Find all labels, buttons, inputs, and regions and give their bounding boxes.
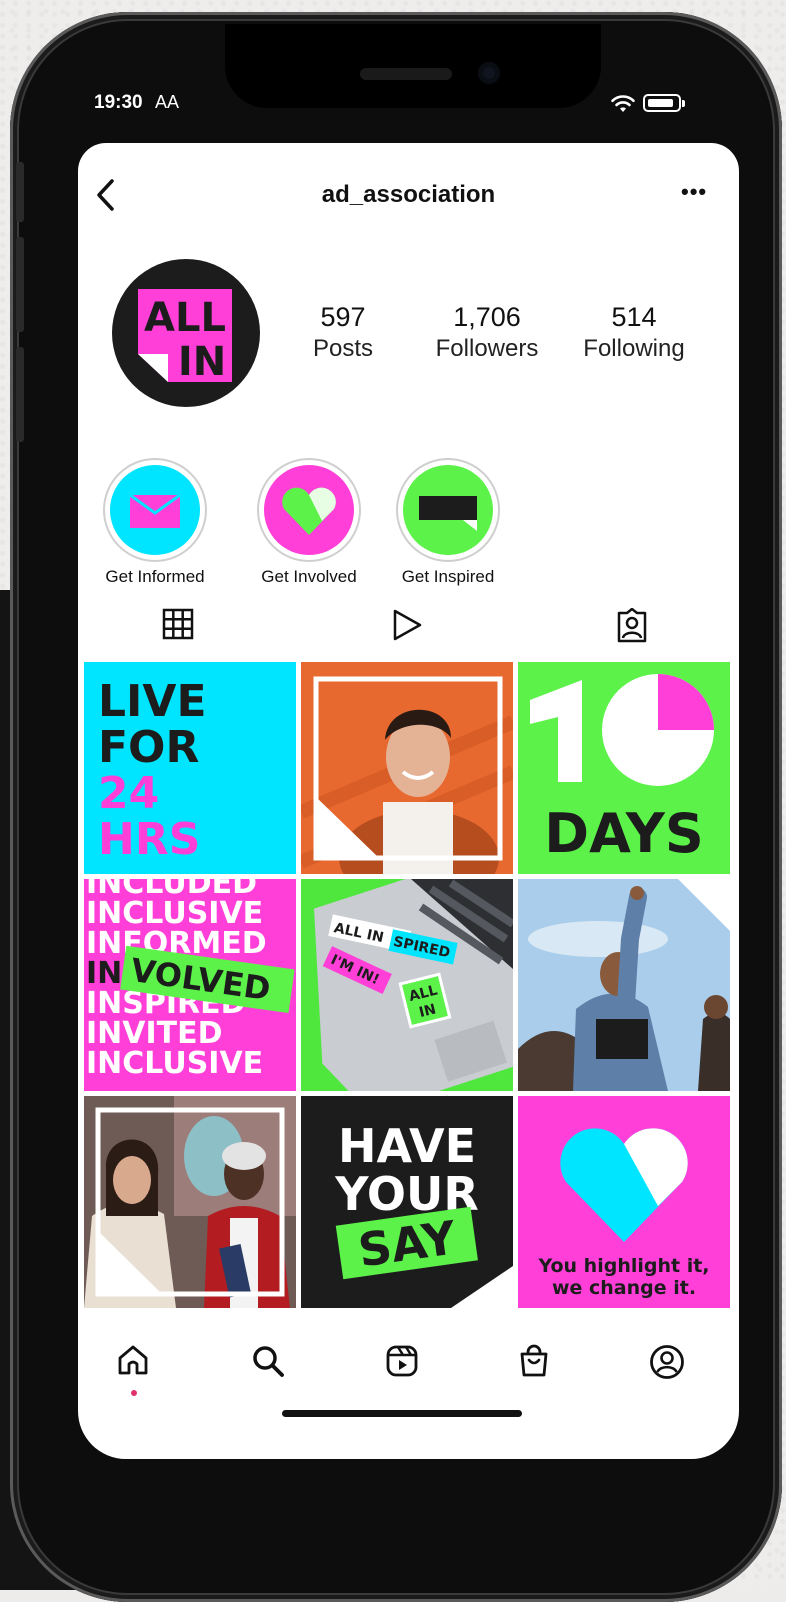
post-laptop-stickers[interactable]: ALL IN SPIRED I'M IN! ALL IN: [301, 879, 513, 1091]
mute-switch: [16, 162, 24, 222]
post-text: LIVE: [98, 676, 207, 727]
post-person-cheering[interactable]: [518, 879, 730, 1091]
post-artwork: INCLUDED INCLUSIVE INFORMED IN INSPIRED …: [86, 879, 295, 1081]
speaker: [360, 68, 452, 80]
post-you-highlight-it[interactable]: You highlight it, we change it.: [518, 1096, 730, 1308]
shop-icon[interactable]: [516, 1343, 552, 1379]
highlight-get-involved[interactable]: [257, 458, 361, 562]
post-text: 24: [98, 768, 159, 819]
highlight-get-informed[interactable]: [103, 458, 207, 562]
posts-count: 597: [320, 302, 366, 332]
grid-icon[interactable]: [162, 608, 194, 640]
post-artwork: You highlight it, we change it.: [537, 1128, 710, 1299]
avatar-text-in: IN: [178, 339, 226, 385]
reels-play-icon[interactable]: [390, 608, 424, 642]
posts-grid: LIVE FOR 24 HRS DAYS INCLUDED INCLUSIVE …: [84, 662, 730, 1308]
speech-box-icon: [419, 496, 477, 531]
post-artwork: DAYS: [530, 674, 714, 865]
front-camera: [478, 62, 500, 84]
instagram-profile-screen: ad_association ••• ALL IN 597 Posts 1,70…: [78, 143, 739, 1459]
heart-icon: [282, 487, 336, 535]
followers-stat[interactable]: 1,706 Followers: [422, 301, 552, 365]
profile-avatar[interactable]: ALL IN: [112, 259, 260, 407]
status-time: 19:30: [94, 92, 143, 113]
post-photo: [518, 879, 730, 1091]
tagged-person-icon[interactable]: [614, 608, 650, 644]
post-text: DAYS: [544, 802, 703, 865]
post-photo: [84, 1096, 296, 1308]
envelope-icon: [129, 493, 181, 528]
profile-username: ad_association: [321, 181, 496, 208]
post-text: You highlight it,: [537, 1255, 709, 1277]
post-text: FOR: [98, 722, 199, 773]
post-photo: [301, 662, 513, 874]
battery-icon: [643, 94, 681, 112]
reels-icon[interactable]: [384, 1343, 420, 1379]
post-text: we change it.: [552, 1277, 696, 1299]
volume-up-button: [16, 237, 24, 332]
highlight-label: Get Inspired: [401, 567, 495, 586]
post-live-for-24-hrs[interactable]: LIVE FOR 24 HRS: [84, 662, 296, 874]
post-inclusive-words[interactable]: INCLUDED INCLUSIVE INFORMED IN INSPIRED …: [84, 879, 296, 1091]
posts-stat: 597 Posts: [298, 301, 388, 365]
search-icon[interactable]: [250, 1343, 286, 1379]
posts-label: Posts: [312, 335, 374, 362]
highlight-get-inspired[interactable]: [396, 458, 500, 562]
post-artwork: LIVE FOR 24 HRS: [98, 676, 207, 865]
notch: [225, 24, 601, 108]
followers-count: 1,706: [453, 302, 521, 332]
more-options-icon[interactable]: •••: [681, 179, 707, 205]
avatar-text-all: ALL: [144, 295, 226, 341]
post-photo: ALL IN SPIRED I'M IN! ALL IN: [301, 879, 513, 1091]
home-indicator: [282, 1410, 522, 1417]
post-text: HRS: [98, 814, 200, 865]
post-have-your-say[interactable]: HAVE YOUR SAY: [301, 1096, 513, 1308]
post-two-people-talking[interactable]: [84, 1096, 296, 1308]
volume-down-button: [16, 347, 24, 442]
post-portrait-man-orange[interactable]: [301, 662, 513, 874]
post-text: INCLUSIVE: [86, 1046, 263, 1081]
notification-dot: [131, 1390, 137, 1396]
post-text: HAVE: [338, 1119, 476, 1173]
followers-label: Followers: [435, 335, 539, 362]
battery-cap: [682, 100, 685, 107]
following-stat[interactable]: 514 Following: [572, 301, 696, 365]
highlight-label: Get Informed: [105, 567, 205, 586]
highlight-label: Get Involved: [261, 567, 357, 586]
home-icon[interactable]: [116, 1343, 150, 1377]
post-10-days[interactable]: DAYS: [518, 662, 730, 874]
status-text-size: AA: [155, 92, 180, 112]
following-count: 514: [611, 302, 657, 332]
profile-icon[interactable]: [648, 1343, 686, 1381]
following-label: Following: [583, 335, 685, 362]
wifi-icon: [611, 95, 635, 112]
post-artwork: HAVE YOUR SAY: [334, 1119, 513, 1308]
all-in-logo: ALL IN: [138, 289, 232, 385]
